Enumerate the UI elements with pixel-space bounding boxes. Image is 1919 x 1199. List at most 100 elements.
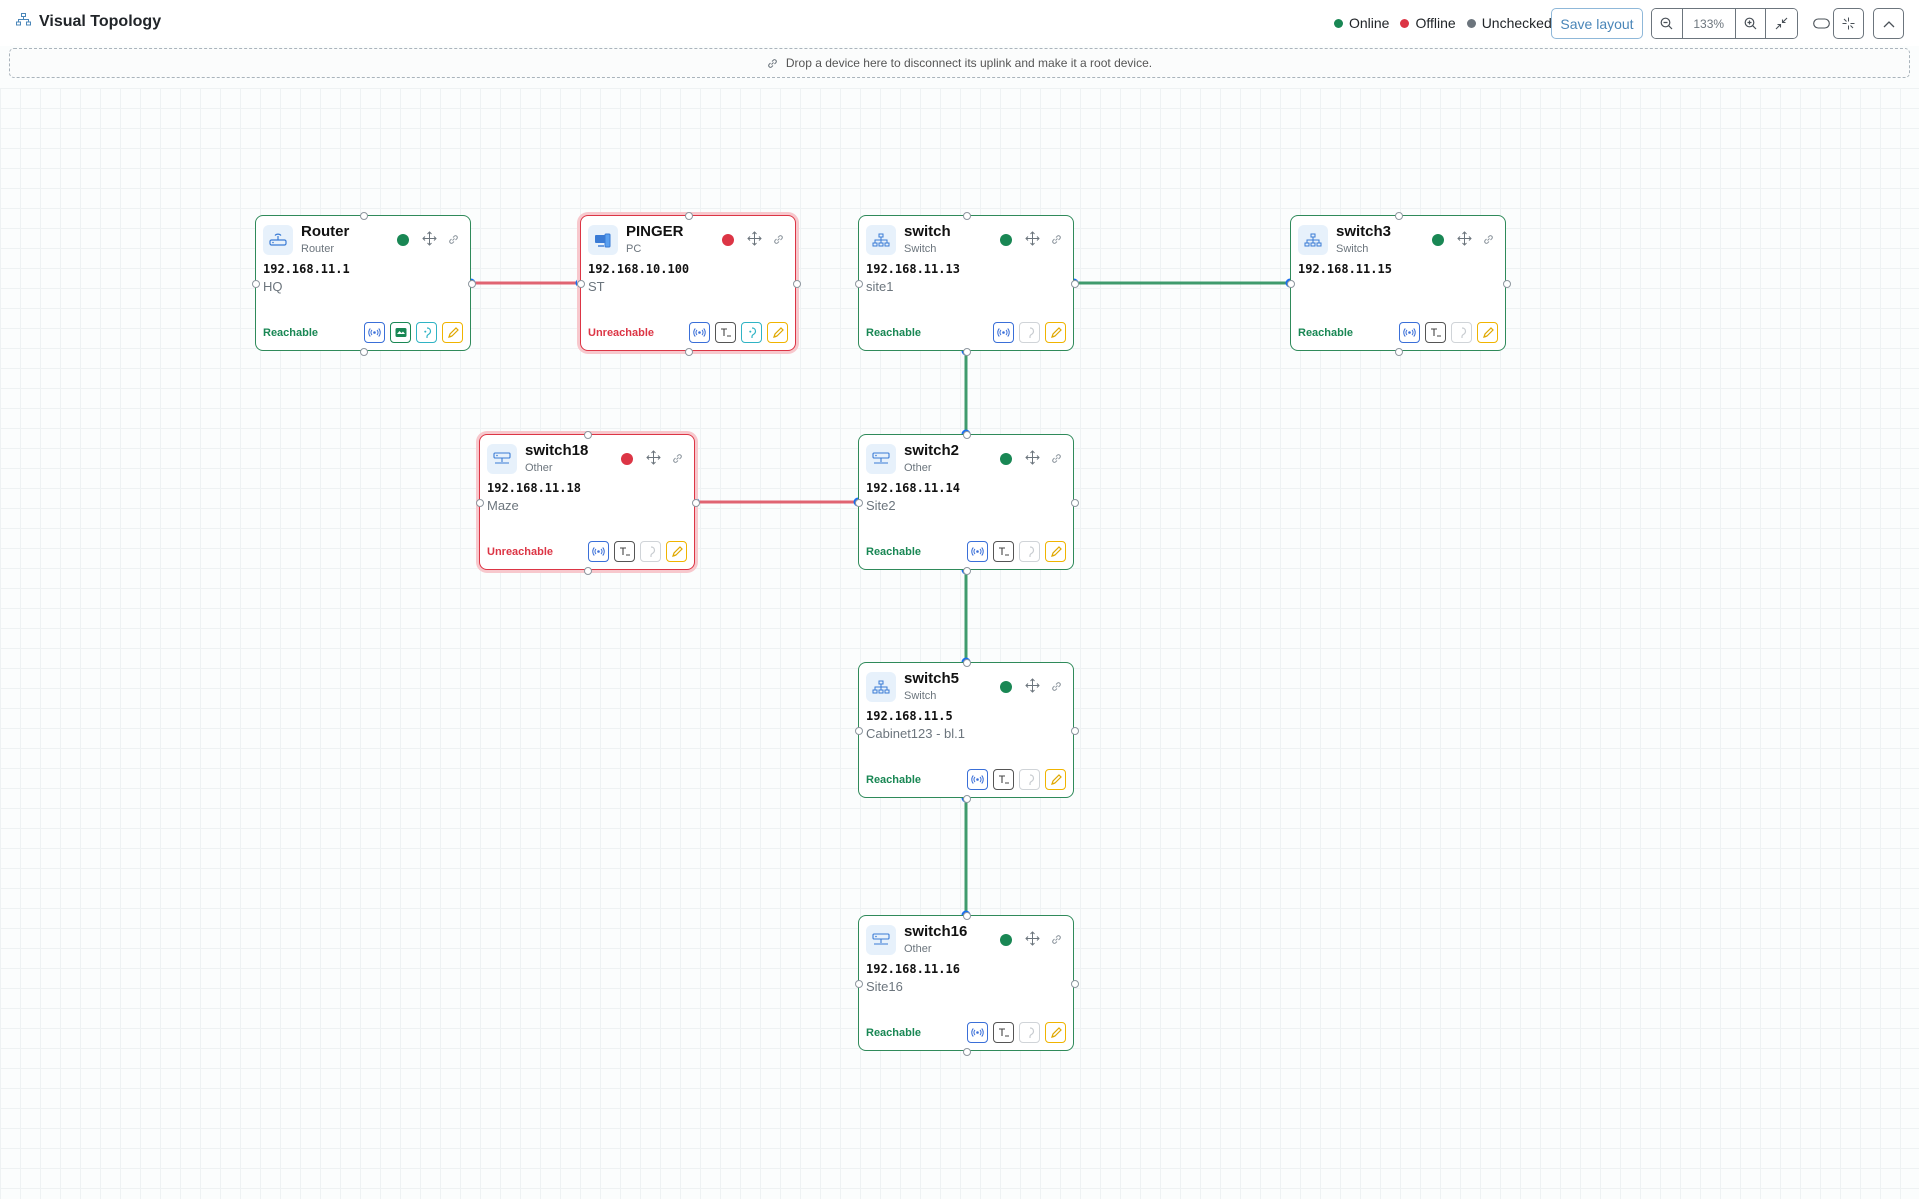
port-handle-l[interactable]	[252, 280, 260, 288]
move-icon[interactable]	[1025, 231, 1040, 251]
port-handle-t[interactable]	[1395, 212, 1403, 220]
link-icon[interactable]	[1051, 451, 1062, 469]
device-node-router[interactable]: Router Router 192.168.11.1 HQ Reachable	[252, 212, 476, 356]
port-handle-r[interactable]	[793, 280, 801, 288]
port-handle-b[interactable]	[963, 1048, 971, 1056]
zoom-out-button[interactable]	[1652, 9, 1683, 38]
device-type: Switch	[904, 243, 937, 255]
device-node-switch16[interactable]: switch16 Other 192.168.11.16 Site16 Reachabl…	[855, 912, 1079, 1056]
port-handle-b[interactable]	[360, 348, 368, 356]
device-name: switch2	[904, 442, 960, 459]
device-node-pinger[interactable]: PINGER PC 192.168.10.100 ST Unreachable	[577, 212, 801, 356]
move-icon[interactable]	[646, 450, 661, 470]
port-handle-r[interactable]	[1503, 280, 1511, 288]
web-button[interactable]	[390, 322, 411, 343]
port-handle-b[interactable]	[963, 795, 971, 803]
terminal-button[interactable]	[715, 322, 736, 343]
edit-button[interactable]	[442, 322, 463, 343]
port-handle-t[interactable]	[360, 212, 368, 220]
port-handle-t[interactable]	[963, 912, 971, 920]
link-icon[interactable]	[1051, 232, 1062, 250]
port-handle-r[interactable]	[468, 280, 476, 288]
port-handle-l[interactable]	[577, 280, 585, 288]
port-handle-l[interactable]	[855, 727, 863, 735]
device-location: Maze	[487, 498, 519, 513]
topology-canvas[interactable]: Router Router 192.168.11.1 HQ Reachable PINGE…	[0, 88, 1919, 1199]
terminal-button[interactable]	[614, 541, 635, 562]
ssh-button[interactable]	[741, 322, 762, 343]
device-node-switch18[interactable]: switch18 Other 192.168.11.18 Maze Unreachabl…	[476, 431, 700, 575]
edit-button[interactable]	[1045, 1022, 1066, 1043]
link-icon[interactable]	[773, 232, 784, 250]
save-layout-button[interactable]: Save layout	[1551, 8, 1643, 39]
port-handle-r[interactable]	[1071, 980, 1079, 988]
port-handle-r[interactable]	[1071, 499, 1079, 507]
zoom-in-button[interactable]	[1735, 9, 1767, 38]
ping-button[interactable]	[364, 322, 385, 343]
status-dot-icon	[1000, 681, 1012, 693]
ssh-disabled-icon	[646, 545, 656, 558]
port-handle-b[interactable]	[685, 348, 693, 356]
port-handle-l[interactable]	[476, 499, 484, 507]
terminal-icon	[1430, 327, 1442, 338]
device-name: switch18	[525, 442, 589, 459]
edit-button[interactable]	[767, 322, 788, 343]
port-handle-t[interactable]	[963, 659, 971, 667]
port-handle-t[interactable]	[963, 431, 971, 439]
port-handle-l[interactable]	[855, 980, 863, 988]
port-handle-r[interactable]	[1071, 727, 1079, 735]
ssh-button[interactable]	[416, 322, 437, 343]
link-icon[interactable]	[1051, 932, 1062, 950]
move-icon[interactable]	[1025, 450, 1040, 470]
port-handle-r[interactable]	[692, 499, 700, 507]
port-handle-l[interactable]	[1287, 280, 1295, 288]
move-icon[interactable]	[1025, 678, 1040, 698]
ping-button[interactable]	[689, 322, 710, 343]
device-node-switch3[interactable]: switch3 Switch 192.168.11.15 Reachable	[1287, 212, 1511, 356]
terminal-button[interactable]	[1425, 322, 1446, 343]
ping-button[interactable]	[1399, 322, 1420, 343]
edit-button[interactable]	[1045, 541, 1066, 562]
port-handle-b[interactable]	[963, 348, 971, 356]
link-icon[interactable]	[672, 451, 683, 469]
port-handle-b[interactable]	[1395, 348, 1403, 356]
link-icon[interactable]	[1483, 232, 1494, 250]
ping-button[interactable]	[967, 541, 988, 562]
terminal-icon	[998, 1027, 1010, 1038]
port-handle-l[interactable]	[855, 499, 863, 507]
terminal-button[interactable]	[993, 1022, 1014, 1043]
terminal-button[interactable]	[993, 769, 1014, 790]
edit-button[interactable]	[1045, 769, 1066, 790]
device-node-switch2[interactable]: switch2 Other 192.168.11.14 Site2 Reachable	[855, 431, 1079, 575]
ping-button[interactable]	[993, 322, 1014, 343]
port-handle-t[interactable]	[685, 212, 693, 220]
ping-button[interactable]	[967, 1022, 988, 1043]
edit-button[interactable]	[1045, 322, 1066, 343]
port-handle-t[interactable]	[584, 431, 592, 439]
move-icon[interactable]	[1457, 231, 1472, 251]
device-node-switch5[interactable]: switch5 Switch 192.168.11.5 Cabinet123 - bl…	[855, 659, 1079, 803]
move-icon[interactable]	[747, 231, 762, 251]
link-icon[interactable]	[1051, 679, 1062, 697]
reachability-status: Reachable	[866, 327, 922, 339]
port-handle-t[interactable]	[963, 212, 971, 220]
port-handle-b[interactable]	[963, 567, 971, 575]
port-handle-l[interactable]	[855, 280, 863, 288]
move-icon[interactable]	[422, 231, 437, 251]
link-icon[interactable]	[448, 232, 459, 250]
terminal-button[interactable]	[993, 541, 1014, 562]
pencil-icon	[1050, 773, 1062, 786]
fit-view-button[interactable]	[1766, 9, 1797, 38]
center-layout-button[interactable]	[1833, 8, 1864, 39]
ping-button[interactable]	[588, 541, 609, 562]
move-icon[interactable]	[1025, 931, 1040, 951]
root-drop-zone[interactable]: Drop a device here to disconnect its upl…	[9, 48, 1910, 78]
collapse-panel-button[interactable]	[1873, 8, 1904, 39]
ping-button[interactable]	[967, 769, 988, 790]
device-node-switch[interactable]: switch Switch 192.168.11.13 site1 Reachable	[855, 212, 1079, 356]
edit-button[interactable]	[1477, 322, 1498, 343]
edit-button[interactable]	[666, 541, 687, 562]
port-handle-r[interactable]	[1071, 280, 1079, 288]
device-ip: 192.168.11.1	[263, 262, 350, 276]
port-handle-b[interactable]	[584, 567, 592, 575]
